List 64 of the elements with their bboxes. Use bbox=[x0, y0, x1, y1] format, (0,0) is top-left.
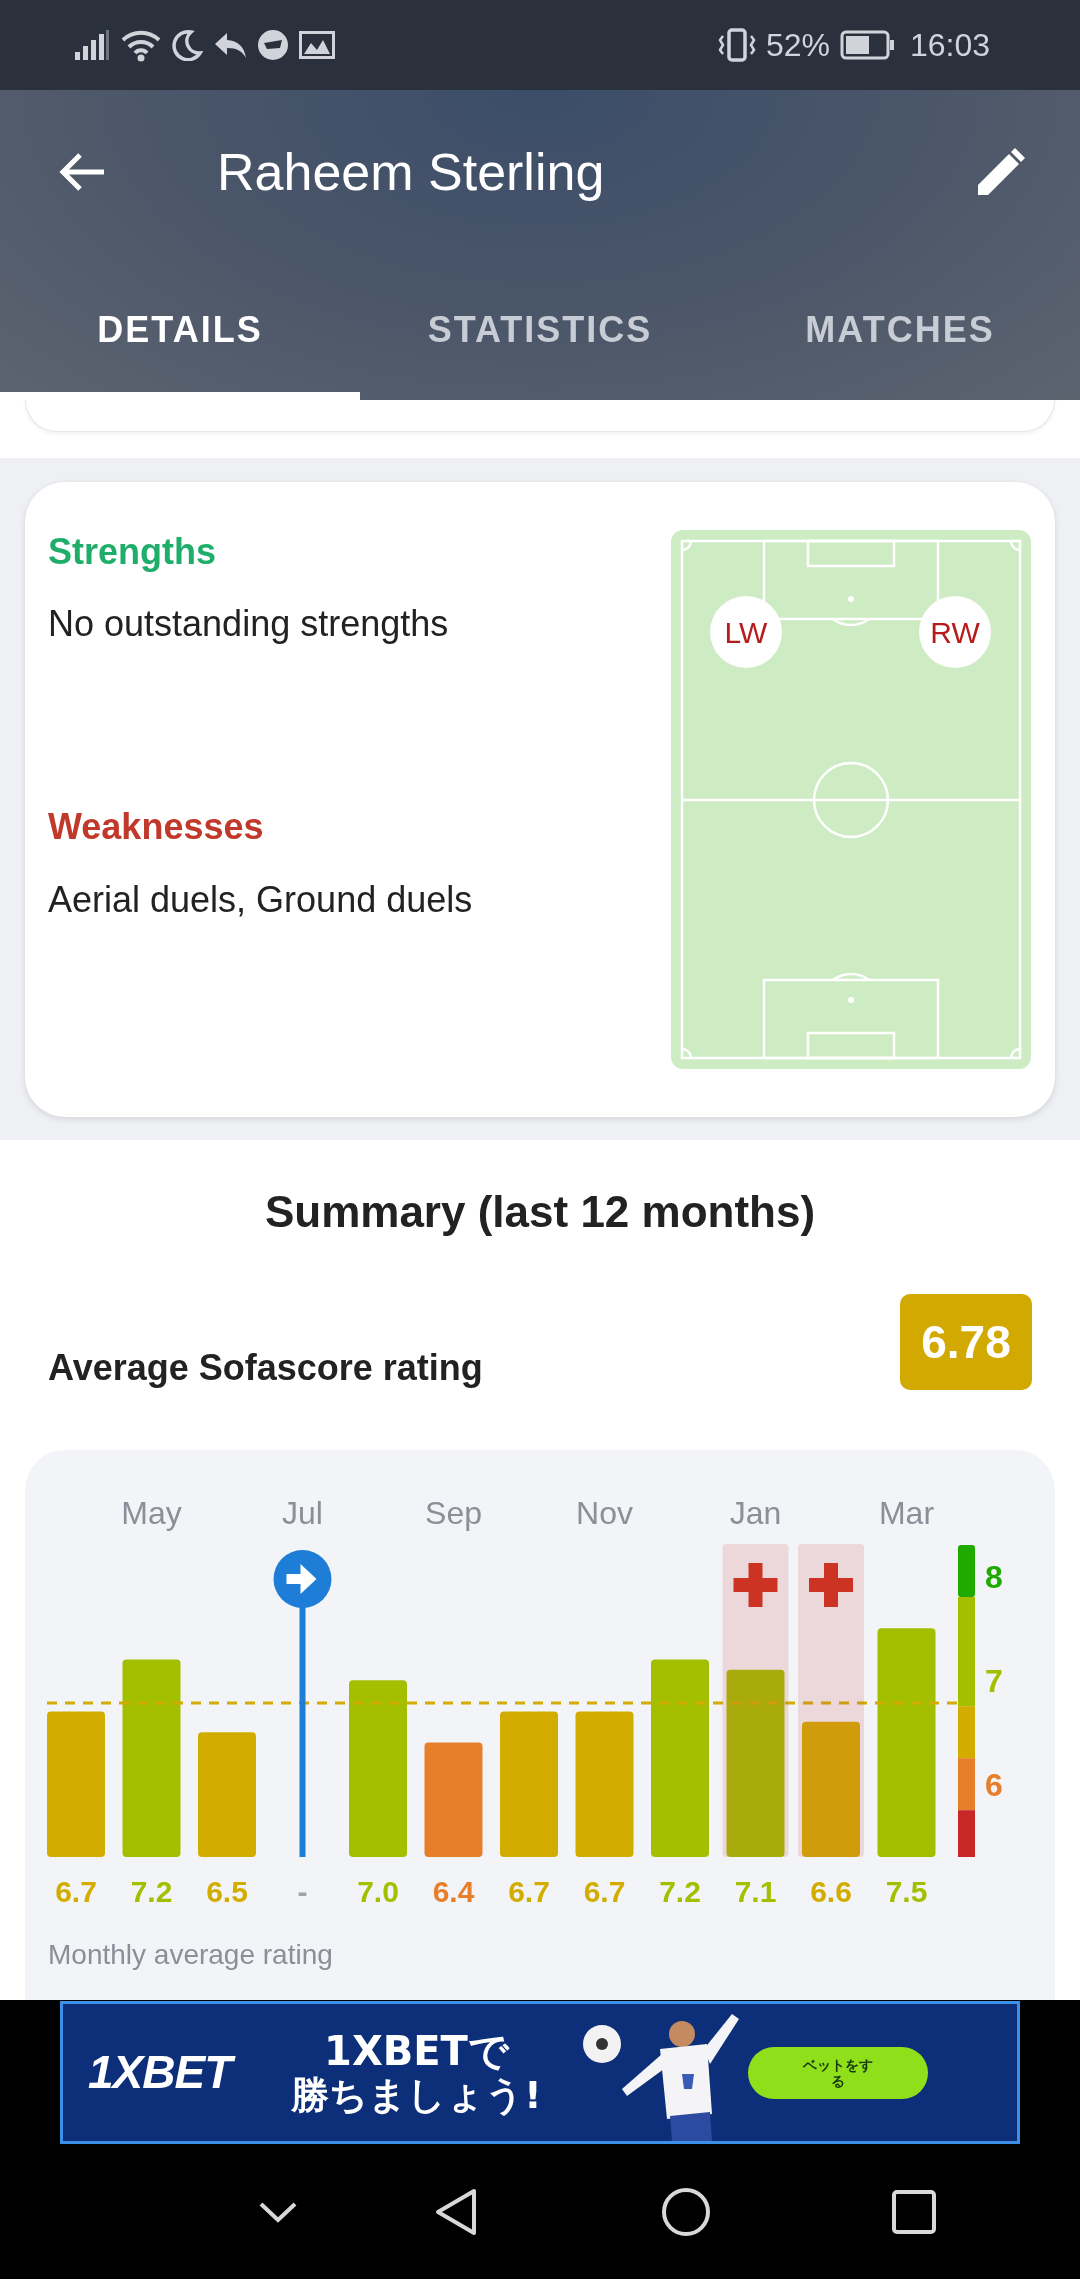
weaknesses-text: Aerial duels, Ground duels bbox=[48, 878, 474, 922]
value-label: 7.0 bbox=[357, 1875, 399, 1908]
rating-bar[interactable] bbox=[424, 1742, 483, 1857]
square-icon bbox=[892, 2189, 936, 2234]
summary-heading: Summary (last 12 months) bbox=[263, 1186, 817, 1238]
month-label: Jan bbox=[729, 1495, 782, 1531]
app-icon bbox=[257, 29, 289, 61]
strengths-text: No outstanding strengths bbox=[48, 602, 450, 646]
value-label: 7.2 bbox=[130, 1875, 173, 1908]
scale-tick-label: 7 bbox=[985, 1663, 1003, 1700]
value-label: 7.5 bbox=[885, 1875, 928, 1908]
value-label: 6.5 bbox=[206, 1875, 248, 1908]
home-button[interactable] bbox=[661, 2186, 711, 2237]
ad-banner[interactable]: 1XBET 1XBETで 勝ちましょう! ベットをする bbox=[60, 2001, 1020, 2144]
rating-bar[interactable] bbox=[726, 1669, 785, 1857]
tab[interactable]: MATCHES bbox=[720, 254, 1080, 400]
month-label: May bbox=[121, 1495, 182, 1531]
gallery-icon bbox=[299, 31, 335, 59]
pencil-icon bbox=[976, 147, 1026, 197]
month-label: Nov bbox=[576, 1495, 633, 1531]
chart-caption: Monthly average rating bbox=[47, 1938, 334, 1972]
average-rating-label: Average Sofascore rating bbox=[48, 1346, 483, 1390]
value-label: 6.7 bbox=[55, 1875, 97, 1908]
strengths-heading: Strengths bbox=[48, 530, 217, 574]
back-arrow-icon bbox=[58, 152, 106, 192]
value-label: 6.6 bbox=[810, 1875, 852, 1908]
rating-bar[interactable] bbox=[651, 1659, 709, 1857]
rating-bar[interactable] bbox=[122, 1659, 181, 1857]
back-triangle-icon bbox=[434, 2186, 478, 2237]
recents-button[interactable] bbox=[891, 2188, 937, 2235]
value-label: 6.7 bbox=[508, 1875, 550, 1908]
bet-button[interactable]: ベットをする bbox=[747, 2046, 928, 2099]
month-label: Mar bbox=[878, 1495, 935, 1531]
value-label: - bbox=[297, 1875, 308, 1908]
rating-bar[interactable] bbox=[500, 1711, 558, 1857]
ad-headline: 勝ちましょう! bbox=[291, 2072, 542, 2117]
value-label: 7.1 bbox=[734, 1875, 777, 1908]
rating-bar[interactable] bbox=[198, 1732, 256, 1857]
weaknesses-heading: Weaknesses bbox=[48, 805, 265, 849]
player-name-title: Raheem Sterling bbox=[217, 142, 605, 203]
month-label: Jul bbox=[282, 1495, 323, 1531]
tab[interactable]: STATISTICS bbox=[360, 254, 720, 400]
signal-icon bbox=[75, 30, 111, 60]
value-label: 6.7 bbox=[583, 1875, 626, 1908]
clock-time: 16:03 bbox=[909, 29, 990, 61]
rating-badge: 6.78 bbox=[900, 1294, 1032, 1390]
wifi-icon bbox=[121, 28, 161, 62]
rating-bar[interactable] bbox=[349, 1680, 407, 1857]
value-label: 6.4 bbox=[432, 1875, 475, 1908]
vibrate-icon bbox=[717, 28, 756, 62]
value-label: 7.2 bbox=[659, 1875, 701, 1908]
moon-icon bbox=[171, 29, 203, 61]
scale-tick-label: 8 bbox=[985, 1559, 1003, 1596]
rating-bar[interactable] bbox=[877, 1628, 936, 1857]
rating-bar[interactable] bbox=[802, 1721, 860, 1857]
ad-headline: 1XBETで bbox=[324, 2028, 509, 2073]
scale-tick-label: 6 bbox=[985, 1767, 1003, 1804]
home-circle-icon bbox=[661, 2186, 711, 2237]
rating-bar[interactable] bbox=[47, 1711, 105, 1857]
month-label: Sep bbox=[425, 1495, 482, 1531]
reply-arrow-icon bbox=[213, 31, 247, 59]
battery-percent: 52% bbox=[765, 29, 830, 61]
rating-bar[interactable] bbox=[575, 1711, 634, 1857]
battery-icon bbox=[839, 30, 896, 60]
